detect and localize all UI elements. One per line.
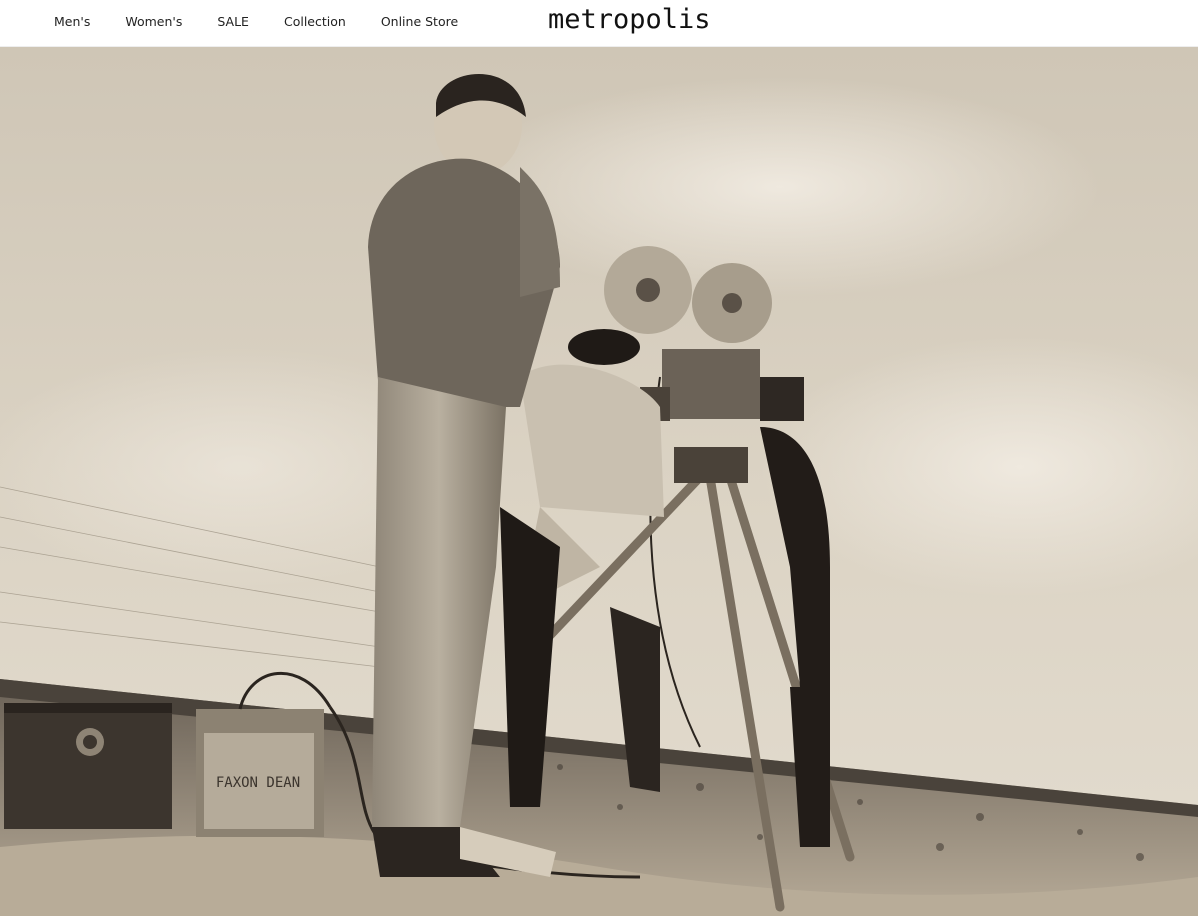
brand-logo[interactable]: metropolis (548, 4, 711, 35)
top-navigation-bar: Men's Women's SALE Collection Online Sto… (0, 0, 1198, 47)
hero-photo: FAXON DEAN (0, 47, 1198, 916)
nav-link-mens[interactable]: Men's (54, 14, 90, 29)
main-nav: Men's Women's SALE Collection Online Sto… (54, 14, 493, 29)
nav-link-collection[interactable]: Collection (284, 14, 346, 29)
hero-image: FAXON DEAN (0, 47, 1198, 916)
nav-link-womens[interactable]: Women's (125, 14, 182, 29)
nav-link-online-store[interactable]: Online Store (381, 14, 458, 29)
svg-text:FAXON DEAN: FAXON DEAN (216, 775, 300, 791)
nav-link-sale[interactable]: SALE (217, 14, 249, 29)
equipment-case-left (4, 703, 172, 829)
